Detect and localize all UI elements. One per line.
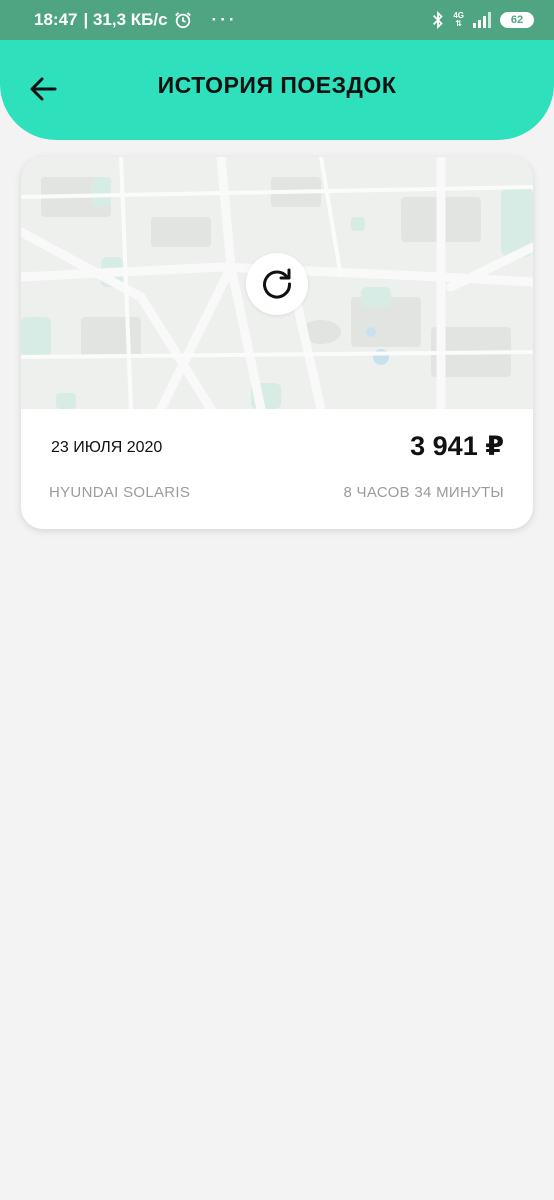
bluetooth-icon (433, 11, 444, 29)
trip-price: 3 941 ₽ (410, 431, 504, 461)
signal-icon (473, 12, 491, 28)
data-arrows-icon: ⇅ (455, 19, 463, 28)
reload-icon (263, 268, 292, 299)
network-type: 4G ⇅ (453, 12, 464, 28)
trip-date: 23 ИЮЛЯ 2020 (51, 439, 163, 456)
status-right: 4G ⇅ 62 (431, 11, 534, 29)
more-notifications-icon: ··· (211, 10, 238, 29)
trip-card[interactable]: 23 ИЮЛЯ 2020 3 941 ₽ HYUNDAI SOLARIS 8 Ч… (21, 157, 533, 529)
reload-button[interactable] (246, 253, 308, 315)
trip-duration: 8 ЧАСОВ 34 МИНУТЫ (343, 484, 504, 501)
status-bar: 18:47 | 31,3 КБ/с ··· 4G ⇅ 62 (0, 0, 554, 40)
battery-level: 62 (510, 14, 524, 26)
trip-info: 23 ИЮЛЯ 2020 3 941 ₽ HYUNDAI SOLARIS 8 Ч… (21, 409, 533, 529)
status-left: 18:47 | 31,3 КБ/с ··· (34, 10, 238, 30)
status-time: 18:47 (34, 10, 78, 29)
page-title: ИСТОРИЯ ПОЕЗДОК (157, 72, 397, 98)
status-speed: | 31,3 КБ/с (83, 10, 168, 29)
map-preview (21, 157, 533, 409)
battery-indicator: 62 (500, 12, 534, 28)
alarm-icon (174, 12, 191, 29)
app-header: ИСТОРИЯ ПОЕЗДОК (0, 40, 554, 140)
trip-car-model: HYUNDAI SOLARIS (49, 484, 191, 501)
